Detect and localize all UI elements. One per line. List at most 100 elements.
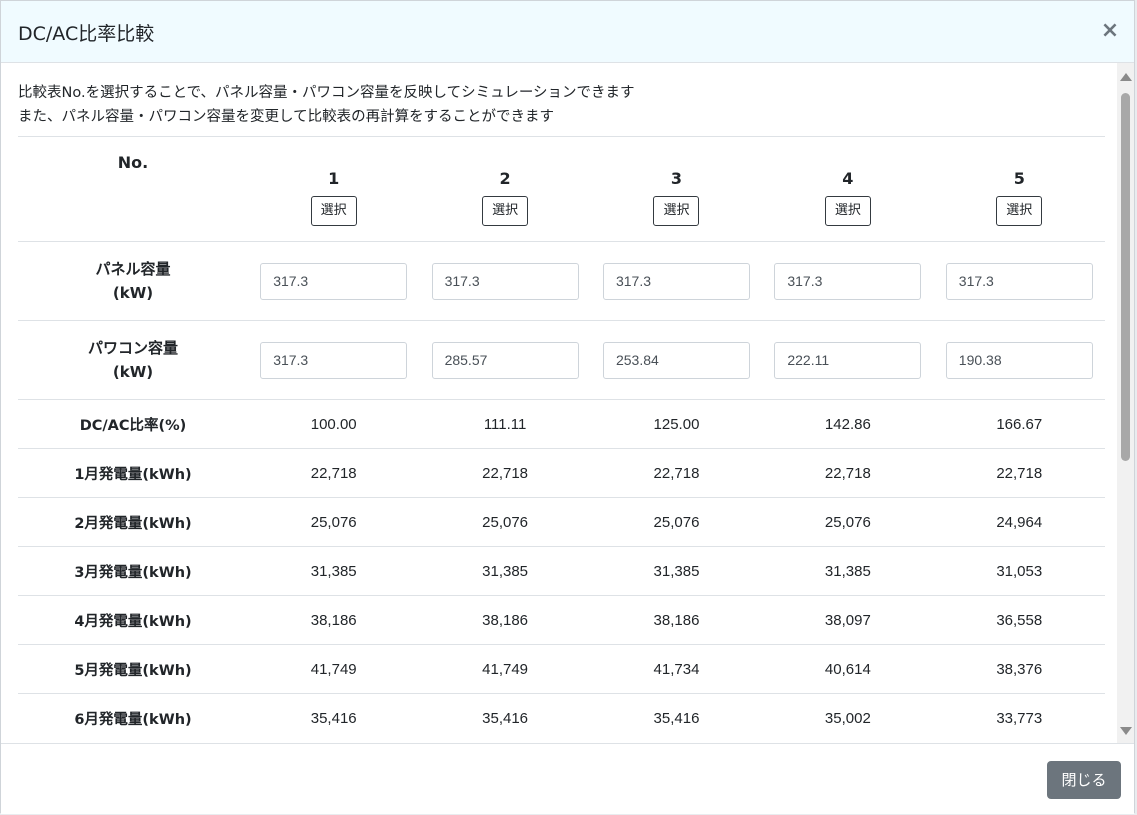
scroll-down-arrow-icon[interactable] [1120,727,1132,735]
panel-capacity-cell [248,241,420,321]
pcs-capacity-label-line1: パワコン容量 [87,339,178,357]
pcs-capacity-cell [590,320,763,400]
table-row: 1月発電量(kWh) 22,718 22,718 22,718 22,718 2… [18,448,1105,498]
panel-capacity-label: パネル容量 (kW) [18,241,248,321]
column-number: 2 [499,168,511,188]
column-number: 3 [670,168,683,188]
panel-capacity-input-4[interactable] [774,262,922,300]
panel-capacity-row: パネル容量 (kW) [18,241,1105,321]
pcs-capacity-input-3[interactable] [602,341,750,379]
row-label: 6月発電量(kWh) [18,693,248,742]
close-button[interactable]: 閉じる [1047,761,1121,799]
description: 比較表No.を選択することで、パネル容量・パワコン容量を反映してシミュレーション… [18,81,635,129]
pcs-capacity-cell [248,320,420,400]
column-2: 2 選択 [419,136,591,242]
vertical-scrollbar[interactable] [1117,63,1134,743]
panel-capacity-input-3[interactable] [602,262,750,300]
table-cell: 41,734 [590,644,763,694]
table-row: 6月発電量(kWh) 35,416 35,416 35,416 35,002 3… [18,693,1105,742]
pcs-capacity-cell [762,320,934,400]
table-cell: 25,076 [419,497,591,547]
column-3: 3 選択 [590,136,763,242]
panel-capacity-label-line1: パネル容量 [95,260,171,278]
comparison-table-wrapper: No. 1 選択 2 選択 3 選択 4 選択 5 選択 パネル容量 (kW) … [18,136,1105,742]
table-cell: 22,718 [933,448,1105,498]
table-cell: 33,773 [933,693,1105,742]
table-cell: 35,416 [419,693,591,742]
table-cell: 100.00 [248,399,420,449]
panel-capacity-input-5[interactable] [945,262,1093,300]
table-cell: 31,385 [419,546,591,596]
modal-body: 比較表No.を選択することで、パネル容量・パワコン容量を反映してシミュレーション… [1,63,1121,743]
table-cell: 142.86 [762,399,934,449]
panel-capacity-cell [762,241,934,321]
pcs-capacity-label-line2: (kW) [112,363,154,381]
table-cell: 35,002 [762,693,934,742]
table-row: 4月発電量(kWh) 38,186 38,186 38,186 38,097 3… [18,595,1105,645]
panel-capacity-input-2[interactable] [431,262,579,300]
description-line-2: また、パネル容量・パワコン容量を変更して比較表の再計算をすることができます [18,109,555,125]
description-line-1: 比較表No.を選択することで、パネル容量・パワコン容量を反映してシミュレーション… [18,85,635,101]
select-button-2[interactable]: 選択 [482,195,529,226]
table-cell: 38,097 [762,595,934,645]
modal-header: DC/AC比率比較 × [1,1,1134,63]
dc-ac-ratio-modal: DC/AC比率比較 × 比較表No.を選択することで、パネル容量・パワコン容量を… [0,0,1135,814]
row-label: 3月発電量(kWh) [18,546,248,596]
scrollbar-thumb[interactable] [1121,93,1130,461]
table-cell: 36,558 [933,595,1105,645]
table-cell: 35,416 [590,693,763,742]
pcs-capacity-cell [419,320,591,400]
table-header-row: No. 1 選択 2 選択 3 選択 4 選択 5 選択 [18,136,1105,242]
row-label: DC/AC比率(%) [18,399,248,449]
pcs-capacity-label: パワコン容量 (kW) [18,320,248,400]
select-button-4[interactable]: 選択 [824,195,871,226]
table-cell: 111.11 [419,399,591,449]
panel-capacity-cell [590,241,763,321]
pcs-capacity-cell [933,320,1105,400]
row-label: 1月発電量(kWh) [18,448,248,498]
table-cell: 22,718 [419,448,591,498]
column-number: 4 [842,168,854,188]
pcs-capacity-input-1[interactable] [260,341,408,379]
table-cell: 38,186 [419,595,591,645]
modal-title: DC/AC比率比較 [18,23,155,45]
table-cell: 31,385 [248,546,420,596]
close-icon[interactable]: × [1100,18,1120,44]
table-cell: 38,186 [590,595,763,645]
modal-footer: 閉じる [1,743,1134,814]
table-cell: 31,053 [933,546,1105,596]
table-row: 3月発電量(kWh) 31,385 31,385 31,385 31,385 3… [18,546,1105,596]
panel-capacity-label-line2: (kW) [112,284,154,302]
table-cell: 25,076 [762,497,934,547]
comparison-table: No. 1 選択 2 選択 3 選択 4 選択 5 選択 パネル容量 (kW) … [18,136,1105,742]
select-button-3[interactable]: 選択 [653,195,700,226]
table-row: 5月発電量(kWh) 41,749 41,749 41,734 40,614 3… [18,644,1105,694]
table-cell: 38,186 [248,595,420,645]
pcs-capacity-input-2[interactable] [431,341,579,379]
column-number: 5 [1013,168,1025,188]
panel-capacity-input-1[interactable] [260,262,408,300]
panel-capacity-cell [419,241,591,321]
pcs-capacity-row: パワコン容量 (kW) [18,320,1105,400]
select-button-5[interactable]: 選択 [996,195,1043,226]
table-cell: 24,964 [933,497,1105,547]
table-cell: 41,749 [248,644,420,694]
panel-capacity-cell [933,241,1105,321]
table-cell: 125.00 [590,399,763,449]
pcs-capacity-input-5[interactable] [945,341,1093,379]
column-4: 4 選択 [762,136,934,242]
row-label: 2月発電量(kWh) [18,497,248,547]
pcs-capacity-input-4[interactable] [774,341,922,379]
table-row: 2月発電量(kWh) 25,076 25,076 25,076 25,076 2… [18,497,1105,547]
table-cell: 40,614 [762,644,934,694]
scroll-up-arrow-icon[interactable] [1120,73,1132,81]
table-cell: 166.67 [933,399,1105,449]
table-cell: 31,385 [762,546,934,596]
column-5: 5 選択 [933,136,1105,242]
table-cell: 25,076 [248,497,420,547]
column-1: 1 選択 [248,136,420,242]
select-button-1[interactable]: 選択 [310,195,357,226]
table-cell: 38,376 [933,644,1105,694]
table-cell: 41,749 [419,644,591,694]
table-row: DC/AC比率(%) 100.00 111.11 125.00 142.86 1… [18,399,1105,449]
